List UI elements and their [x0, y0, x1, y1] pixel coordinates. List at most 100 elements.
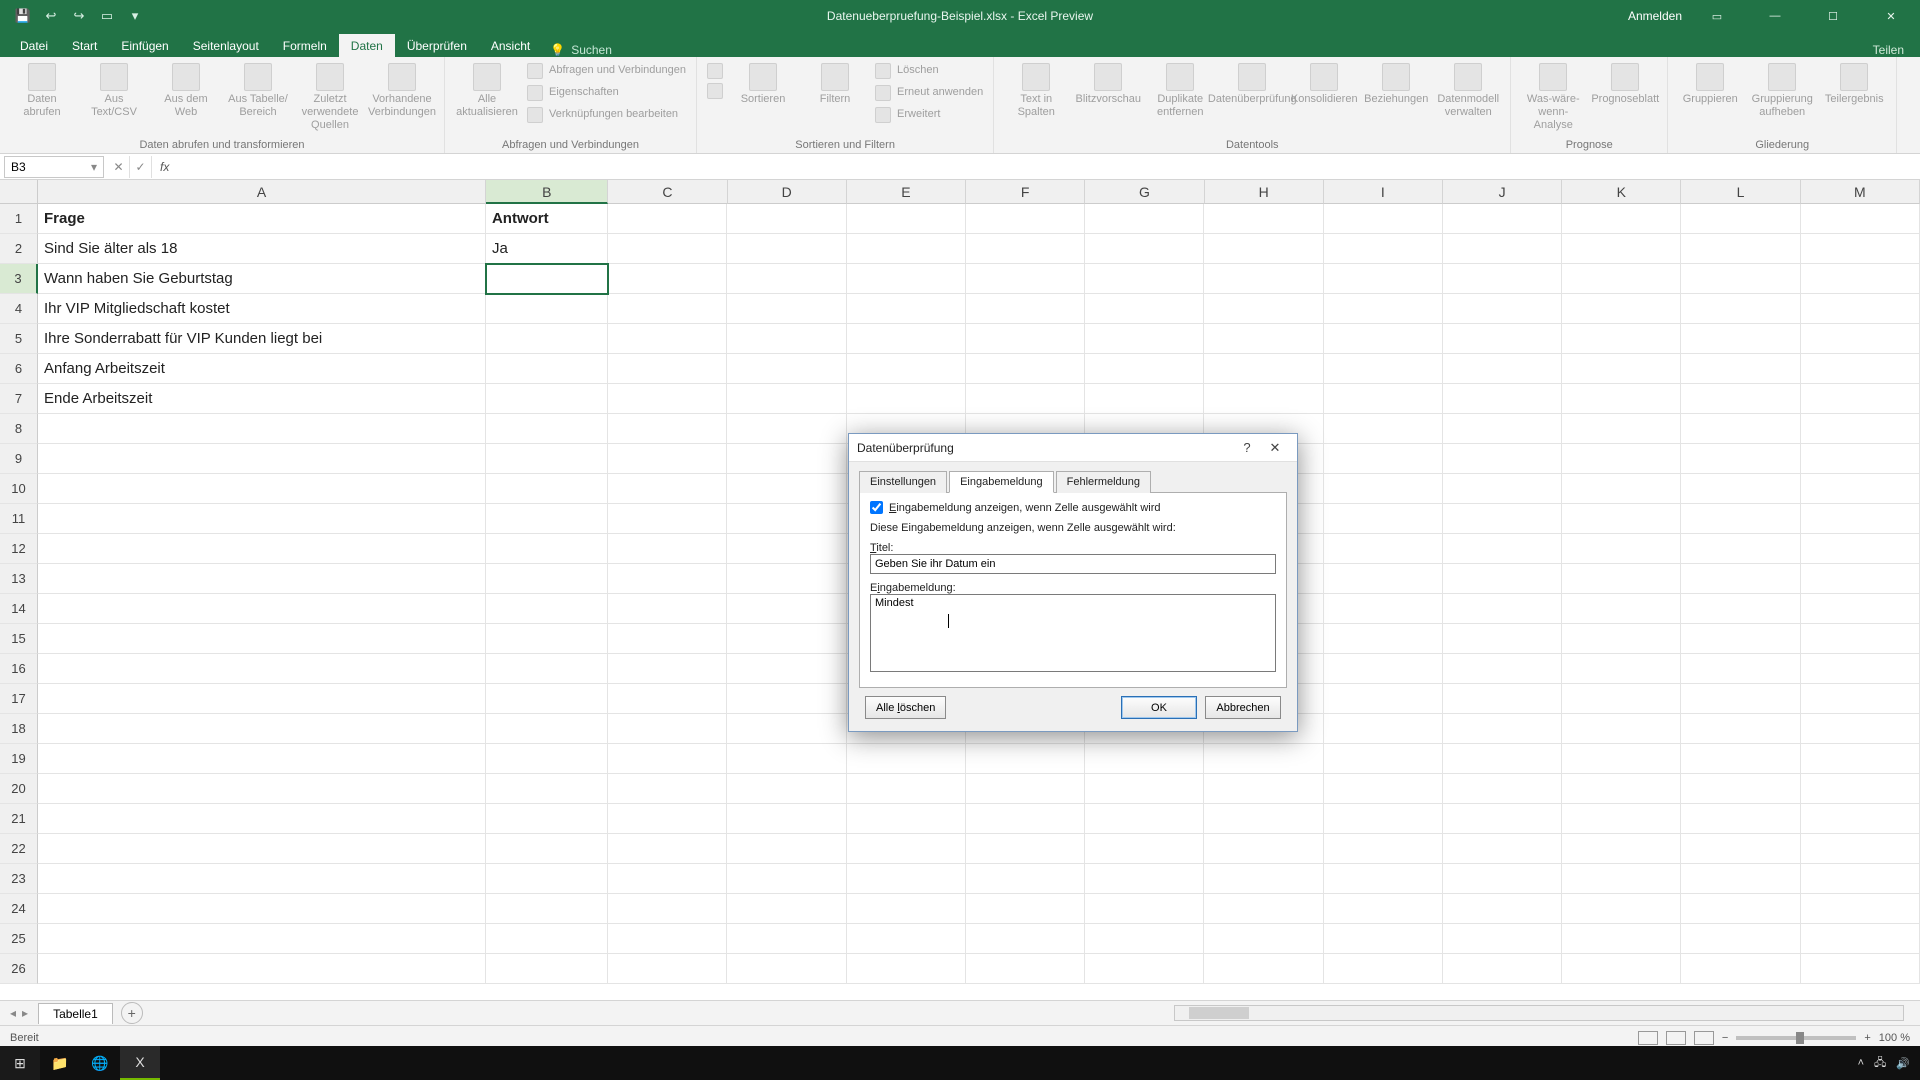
- cell-J26[interactable]: [1443, 954, 1562, 984]
- cell-F25[interactable]: [966, 924, 1085, 954]
- cell-A11[interactable]: [38, 504, 486, 534]
- cell-K9[interactable]: [1562, 444, 1681, 474]
- cell-C3[interactable]: [608, 264, 727, 294]
- horizontal-scrollbar[interactable]: [1174, 1005, 1904, 1021]
- cell-D14[interactable]: [727, 594, 846, 624]
- cell-J22[interactable]: [1443, 834, 1562, 864]
- row-header-3[interactable]: 3: [0, 264, 38, 294]
- row-header-16[interactable]: 16: [0, 654, 38, 684]
- cell-I2[interactable]: [1324, 234, 1443, 264]
- cell-K7[interactable]: [1562, 384, 1681, 414]
- cell-I23[interactable]: [1324, 864, 1443, 894]
- cell-F7[interactable]: [966, 384, 1085, 414]
- cell-L12[interactable]: [1681, 534, 1800, 564]
- view-normal-icon[interactable]: [1638, 1031, 1658, 1045]
- cell-F6[interactable]: [966, 354, 1085, 384]
- cell-E4[interactable]: [847, 294, 966, 324]
- cell-H25[interactable]: [1204, 924, 1323, 954]
- cell-F3[interactable]: [966, 264, 1085, 294]
- cell-H1[interactable]: [1204, 204, 1323, 234]
- cell-A8[interactable]: [38, 414, 486, 444]
- cell-E7[interactable]: [847, 384, 966, 414]
- cell-M5[interactable]: [1801, 324, 1920, 354]
- cell-H21[interactable]: [1204, 804, 1323, 834]
- cell-J4[interactable]: [1443, 294, 1562, 324]
- cell-K26[interactable]: [1562, 954, 1681, 984]
- zoom-out-icon[interactable]: −: [1722, 1032, 1728, 1044]
- cell-C19[interactable]: [608, 744, 727, 774]
- sheet-nav-first-icon[interactable]: ◂: [10, 1006, 16, 1020]
- cell-D22[interactable]: [727, 834, 846, 864]
- cell-J2[interactable]: [1443, 234, 1562, 264]
- cell-C24[interactable]: [608, 894, 727, 924]
- cell-K16[interactable]: [1562, 654, 1681, 684]
- cell-K19[interactable]: [1562, 744, 1681, 774]
- cell-I19[interactable]: [1324, 744, 1443, 774]
- cell-G6[interactable]: [1085, 354, 1204, 384]
- row-header-24[interactable]: 24: [0, 894, 38, 924]
- cell-E23[interactable]: [847, 864, 966, 894]
- row-header-7[interactable]: 7: [0, 384, 38, 414]
- cell-I3[interactable]: [1324, 264, 1443, 294]
- cell-M2[interactable]: [1801, 234, 1920, 264]
- column-header-D[interactable]: D: [728, 180, 847, 204]
- row-header-2[interactable]: 2: [0, 234, 38, 264]
- cell-I15[interactable]: [1324, 624, 1443, 654]
- cell-M7[interactable]: [1801, 384, 1920, 414]
- dialog-tab-fehlermeldung[interactable]: Fehlermeldung: [1056, 471, 1151, 493]
- row-header-26[interactable]: 26: [0, 954, 38, 984]
- cell-D3[interactable]: [727, 264, 846, 294]
- cell-I16[interactable]: [1324, 654, 1443, 684]
- cell-E2[interactable]: [847, 234, 966, 264]
- cell-D15[interactable]: [727, 624, 846, 654]
- row-header-17[interactable]: 17: [0, 684, 38, 714]
- cell-B16[interactable]: [486, 654, 608, 684]
- cell-H6[interactable]: [1204, 354, 1323, 384]
- column-header-J[interactable]: J: [1443, 180, 1562, 204]
- cell-H3[interactable]: [1204, 264, 1323, 294]
- cell-H2[interactable]: [1204, 234, 1323, 264]
- cell-J3[interactable]: [1443, 264, 1562, 294]
- cell-L18[interactable]: [1681, 714, 1800, 744]
- zoom-thumb[interactable]: [1796, 1032, 1804, 1044]
- cell-H5[interactable]: [1204, 324, 1323, 354]
- cell-A6[interactable]: Anfang Arbeitszeit: [38, 354, 486, 384]
- btn-datenmodell[interactable]: Datenmodell verwalten: [1434, 61, 1502, 121]
- tab-formeln[interactable]: Formeln: [271, 34, 339, 57]
- clear-all-button[interactable]: Alle löschen: [865, 696, 946, 719]
- cell-L6[interactable]: [1681, 354, 1800, 384]
- cell-A25[interactable]: [38, 924, 486, 954]
- cell-L16[interactable]: [1681, 654, 1800, 684]
- row-header-1[interactable]: 1: [0, 204, 38, 234]
- cell-D8[interactable]: [727, 414, 846, 444]
- btn-datenueberpruefung[interactable]: Datenüberprüfung: [1218, 61, 1286, 108]
- cell-L10[interactable]: [1681, 474, 1800, 504]
- cell-K21[interactable]: [1562, 804, 1681, 834]
- btn-aus-web[interactable]: Aus dem Web: [152, 61, 220, 121]
- message-textarea[interactable]: [870, 594, 1276, 672]
- cell-C1[interactable]: [608, 204, 727, 234]
- view-layout-icon[interactable]: [1666, 1031, 1686, 1045]
- tab-seitenlayout[interactable]: Seitenlayout: [181, 34, 271, 57]
- cell-I4[interactable]: [1324, 294, 1443, 324]
- column-header-F[interactable]: F: [966, 180, 1085, 204]
- cell-C18[interactable]: [608, 714, 727, 744]
- cell-M9[interactable]: [1801, 444, 1920, 474]
- cell-J5[interactable]: [1443, 324, 1562, 354]
- cell-H7[interactable]: [1204, 384, 1323, 414]
- cell-B26[interactable]: [486, 954, 608, 984]
- cell-B10[interactable]: [486, 474, 608, 504]
- cell-D6[interactable]: [727, 354, 846, 384]
- maximize-icon[interactable]: ☐: [1810, 0, 1856, 32]
- cell-M22[interactable]: [1801, 834, 1920, 864]
- row-header-11[interactable]: 11: [0, 504, 38, 534]
- tab-einfuegen[interactable]: Einfügen: [109, 34, 180, 57]
- cell-I11[interactable]: [1324, 504, 1443, 534]
- cell-M6[interactable]: [1801, 354, 1920, 384]
- start-button[interactable]: ⊞: [0, 1046, 40, 1080]
- cell-F23[interactable]: [966, 864, 1085, 894]
- cell-M13[interactable]: [1801, 564, 1920, 594]
- row-header-20[interactable]: 20: [0, 774, 38, 804]
- cell-D18[interactable]: [727, 714, 846, 744]
- cell-M1[interactable]: [1801, 204, 1920, 234]
